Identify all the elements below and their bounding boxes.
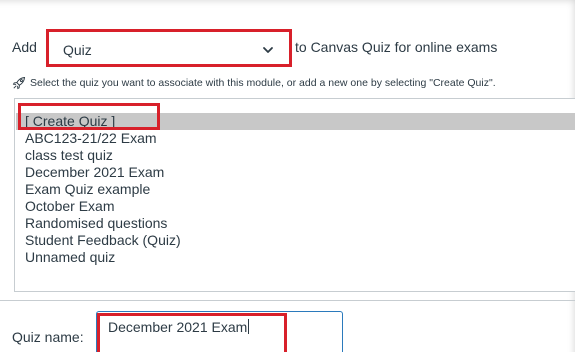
add-target-text: to Canvas Quiz for online exams xyxy=(295,39,498,55)
quiz-option[interactable]: December 2021 Exam xyxy=(25,164,164,181)
quiz-option-create-quiz[interactable]: [ Create Quiz ] xyxy=(16,113,575,130)
quiz-option[interactable]: Student Feedback (Quiz) xyxy=(25,232,181,249)
item-type-select[interactable]: Quiz xyxy=(46,29,292,67)
quiz-name-label: Quiz name: xyxy=(12,329,84,345)
quiz-listbox[interactable]: [ Create Quiz ] ABC123-21/22 Exam class … xyxy=(14,98,575,292)
quiz-option[interactable]: class test quiz xyxy=(25,147,113,164)
add-module-item-panel: Add Quiz to Canvas Quiz for online exams… xyxy=(0,0,575,352)
text-caret xyxy=(248,319,250,334)
quiz-option-label: [ Create Quiz ] xyxy=(25,113,116,129)
rocket-icon xyxy=(12,76,26,90)
quiz-option[interactable]: ABC123-21/22 Exam xyxy=(25,130,157,147)
add-label: Add xyxy=(12,39,37,55)
quiz-name-value-wrap: December 2021 Exam xyxy=(108,319,250,335)
quiz-name-value: December 2021 Exam xyxy=(108,319,248,335)
quiz-option[interactable]: Exam Quiz example xyxy=(25,181,150,198)
quiz-option[interactable]: Randomised questions xyxy=(25,215,167,232)
section-divider xyxy=(0,300,575,301)
quiz-option[interactable]: Unnamed quiz xyxy=(25,249,115,266)
quiz-select-hint-text: Select the quiz you want to associate wi… xyxy=(30,77,496,89)
quiz-option[interactable]: October Exam xyxy=(25,198,114,215)
item-type-select-value: Quiz xyxy=(63,42,92,58)
add-item-row: Add Quiz to Canvas Quiz for online exams xyxy=(0,26,575,67)
chevron-down-icon xyxy=(263,47,273,53)
